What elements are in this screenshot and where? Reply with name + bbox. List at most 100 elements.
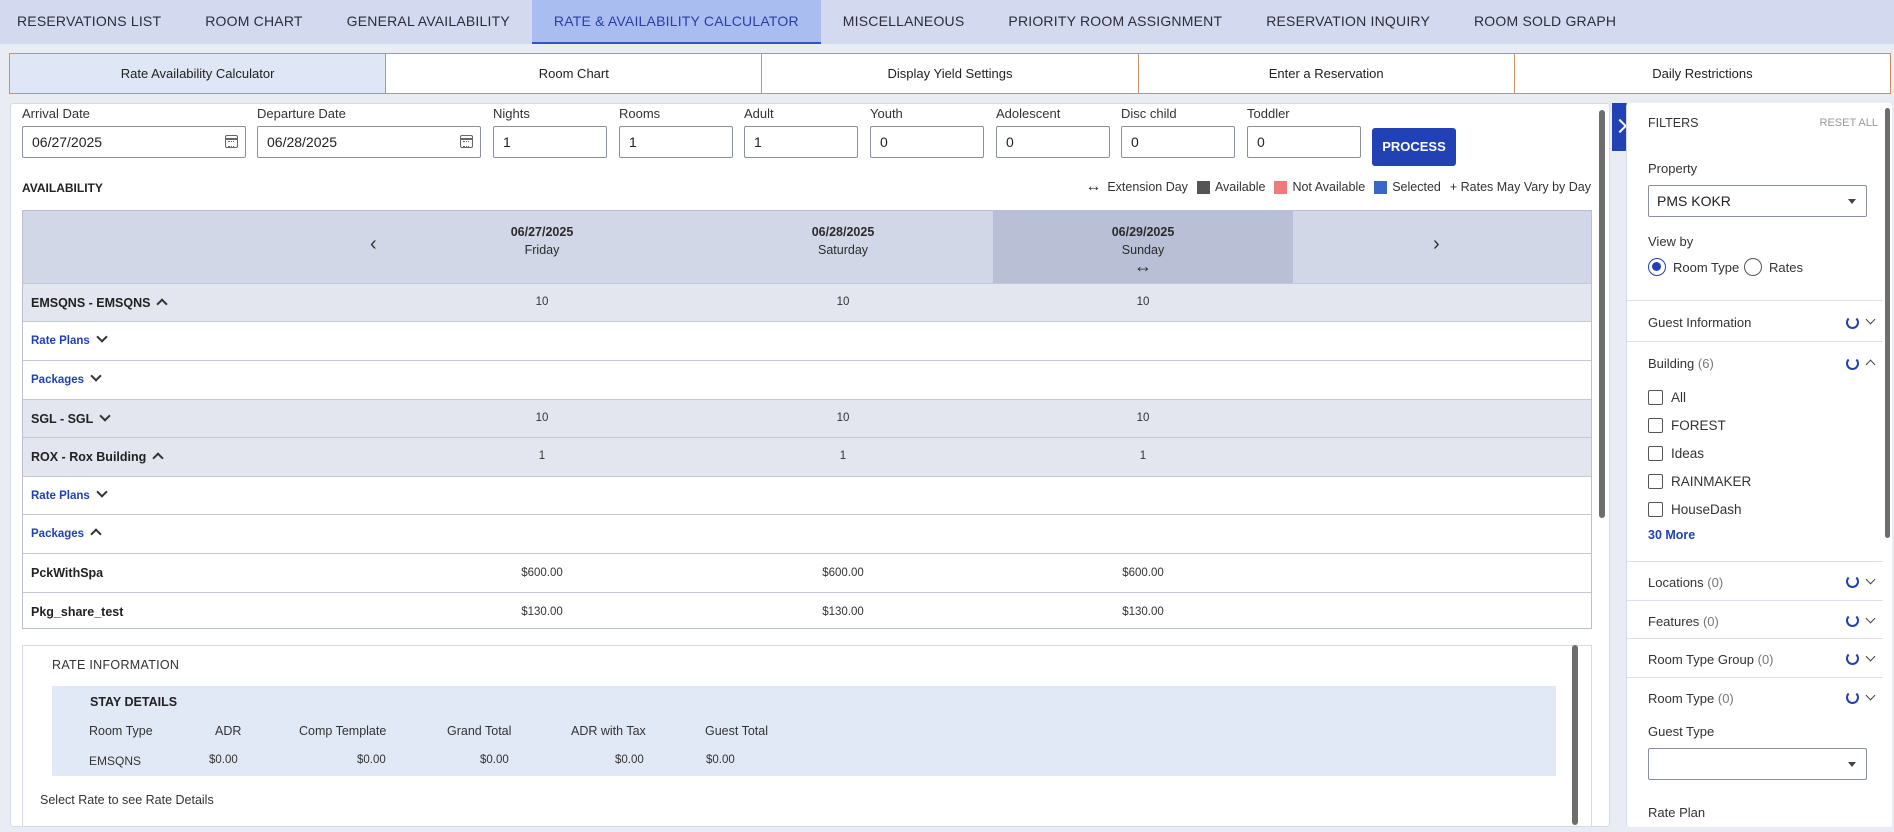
package-rate[interactable]: $600.00: [693, 567, 993, 579]
chevron-up-icon[interactable]: [90, 528, 102, 540]
filters-scrollbar[interactable]: [1885, 108, 1890, 538]
chevron-down-icon[interactable]: [1865, 651, 1876, 662]
show-more-link[interactable]: 30 More: [1648, 528, 1695, 542]
nav-tab-rate-availability-calculator[interactable]: RATE & AVAILABILITY CALCULATOR: [531, 0, 821, 44]
packages-row[interactable]: Packages: [23, 514, 1591, 553]
package-rate[interactable]: $130.00: [993, 606, 1293, 618]
radio-unselected-icon[interactable]: [1744, 258, 1762, 276]
chevron-up-icon[interactable]: [156, 298, 169, 310]
checkbox-icon[interactable]: [1648, 418, 1663, 433]
packages-link[interactable]: Packages: [31, 528, 102, 540]
subtab-room-chart[interactable]: Room Chart: [386, 54, 763, 93]
subtab-rate-availability-calculator[interactable]: Rate Availability Calculator: [10, 54, 387, 93]
avail-value[interactable]: 10: [392, 412, 692, 424]
locations-section[interactable]: Locations (0): [1627, 561, 1883, 600]
subtab-enter-reservation[interactable]: Enter a Reservation: [1139, 54, 1515, 93]
nav-tab-miscellaneous[interactable]: MISCELLANEOUS: [821, 0, 987, 44]
room-row-emsqns[interactable]: EMSQNS - EMSQNS 10 10 10: [23, 283, 1591, 321]
rate-plans-row[interactable]: Rate Plans: [23, 321, 1591, 360]
package-rate[interactable]: $130.00: [392, 606, 692, 618]
chevron-down-icon[interactable]: [1865, 690, 1876, 701]
nav-tab-reservation-inquiry[interactable]: RESERVATION INQUIRY: [1244, 0, 1452, 44]
calendar-icon[interactable]: [460, 135, 473, 148]
chevron-down-icon[interactable]: [1865, 613, 1876, 624]
rooms-input[interactable]: 1: [619, 126, 733, 158]
chevron-up-icon[interactable]: [152, 452, 164, 464]
avail-value[interactable]: 10: [693, 296, 993, 308]
refresh-icon[interactable]: [1846, 357, 1859, 370]
property-select[interactable]: PMS KOKR: [1648, 185, 1867, 217]
chevron-up-icon[interactable]: [1865, 359, 1876, 370]
building-checkbox-all[interactable]: All: [1648, 390, 1686, 405]
rate-panel-scrollbar[interactable]: [1572, 645, 1578, 825]
disc-child-input[interactable]: 0: [1121, 126, 1235, 158]
chevron-right-icon[interactable]: ›: [1433, 233, 1440, 256]
avail-value[interactable]: 10: [993, 296, 1293, 308]
view-by-room-type-radio[interactable]: Room Type: [1648, 258, 1739, 276]
subtab-daily-restrictions[interactable]: Daily Restrictions: [1515, 54, 1890, 93]
chevron-down-icon[interactable]: [96, 486, 108, 498]
toddler-input[interactable]: 0: [1247, 126, 1361, 158]
adult-input[interactable]: 1: [744, 126, 858, 158]
avail-value[interactable]: 10: [993, 412, 1293, 424]
avail-value[interactable]: 1: [392, 450, 692, 462]
chevron-down-icon[interactable]: [96, 331, 108, 343]
package-rate[interactable]: $130.00: [693, 606, 993, 618]
arrival-date-input[interactable]: 06/27/2025: [22, 126, 246, 158]
package-row-pckwithspa[interactable]: PckWithSpa $600.00 $600.00 $600.00: [23, 553, 1591, 592]
main-scrollbar[interactable]: [1599, 110, 1605, 518]
view-by-rates-radio[interactable]: Rates: [1744, 258, 1803, 276]
refresh-icon[interactable]: [1846, 316, 1859, 329]
checkbox-icon[interactable]: [1648, 502, 1663, 517]
checkbox-icon[interactable]: [1648, 474, 1663, 489]
nav-tab-room-chart[interactable]: ROOM CHART: [183, 0, 324, 44]
avail-value[interactable]: 10: [693, 412, 993, 424]
packages-row[interactable]: Packages: [23, 360, 1591, 399]
guest-type-select[interactable]: [1648, 748, 1867, 780]
rate-plans-link[interactable]: Rate Plans: [31, 331, 108, 347]
adolescent-input[interactable]: 0: [996, 126, 1110, 158]
refresh-icon[interactable]: [1846, 575, 1859, 588]
chevron-down-icon[interactable]: [99, 410, 111, 422]
refresh-icon[interactable]: [1846, 691, 1859, 704]
room-type-group-section[interactable]: Room Type Group (0): [1627, 638, 1883, 677]
nav-tab-priority-room-assignment[interactable]: PRIORITY ROOM ASSIGNMENT: [986, 0, 1244, 44]
room-row-sgl[interactable]: SGL - SGL 10 10 10: [23, 399, 1591, 437]
checkbox-icon[interactable]: [1648, 446, 1663, 461]
package-rate[interactable]: $600.00: [993, 567, 1293, 579]
features-section[interactable]: Features (0): [1627, 600, 1883, 638]
nav-tab-room-sold-graph[interactable]: ROOM SOLD GRAPH: [1452, 0, 1638, 44]
chevron-down-icon[interactable]: [1865, 574, 1876, 585]
guest-information-section[interactable]: Guest Information: [1627, 300, 1883, 341]
rate-plans-link[interactable]: Rate Plans: [31, 486, 108, 502]
chevron-left-icon[interactable]: ‹: [370, 233, 377, 256]
departure-date-input[interactable]: 06/28/2025: [257, 126, 481, 158]
checkbox-icon[interactable]: [1648, 390, 1663, 405]
packages-link[interactable]: Packages: [31, 370, 102, 386]
avail-value[interactable]: 1: [993, 450, 1293, 462]
avail-value[interactable]: 10: [392, 296, 692, 308]
building-checkbox-ideas[interactable]: Ideas: [1648, 446, 1704, 461]
calendar-icon[interactable]: [225, 135, 238, 148]
building-checkbox-forest[interactable]: FOREST: [1648, 418, 1726, 433]
package-rate[interactable]: $600.00: [392, 567, 692, 579]
youth-input[interactable]: 0: [870, 126, 984, 158]
building-checkbox-housedash[interactable]: HouseDash: [1648, 502, 1742, 517]
building-checkbox-rainmaker[interactable]: RAINMAKER: [1648, 474, 1751, 489]
room-row-rox[interactable]: ROX - Rox Building 1 1 1: [23, 437, 1591, 476]
avail-value[interactable]: 1: [693, 450, 993, 462]
nav-tab-general-availability[interactable]: GENERAL AVAILABILITY: [325, 0, 532, 44]
refresh-icon[interactable]: [1846, 614, 1859, 627]
nav-tab-reservations-list[interactable]: RESERVATIONS LIST: [0, 0, 183, 44]
nights-input[interactable]: 1: [493, 126, 607, 158]
refresh-icon[interactable]: [1846, 652, 1859, 665]
process-button[interactable]: PROCESS: [1372, 128, 1456, 166]
rate-plans-row[interactable]: Rate Plans: [23, 476, 1591, 514]
reset-all-button[interactable]: RESET ALL: [1820, 117, 1879, 129]
package-row-pkg-share-test[interactable]: Pkg_share_test $130.00 $130.00 $130.00: [23, 592, 1591, 629]
chevron-down-icon[interactable]: [90, 370, 102, 382]
radio-selected-icon[interactable]: [1648, 258, 1666, 276]
chevron-down-icon[interactable]: [1865, 314, 1876, 325]
subtab-display-yield-settings[interactable]: Display Yield Settings: [762, 54, 1139, 93]
room-type-section[interactable]: Room Type (0): [1627, 677, 1883, 715]
